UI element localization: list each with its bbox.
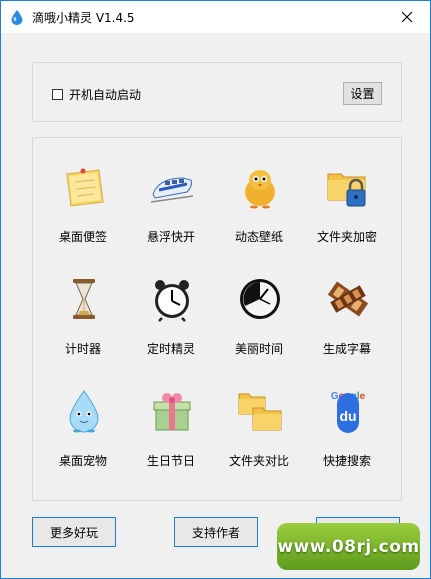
tool-label: 文件夹对比 xyxy=(228,454,289,468)
watermark-badge: www.08rj.com xyxy=(277,523,420,570)
chick-icon xyxy=(245,170,275,209)
title-bar: 滴哦小精灵 V1.4.5 xyxy=(1,1,430,33)
gift-box-icon xyxy=(153,393,191,431)
tool-folder-compare[interactable]: 文件夹对比 xyxy=(215,370,303,470)
tool-birthday-holiday[interactable]: 生日节日 xyxy=(127,370,215,470)
tool-dynamic-wallpaper[interactable]: 动态壁纸 xyxy=(215,146,303,246)
tool-label: 生日节日 xyxy=(146,454,195,468)
sticky-note-icon xyxy=(66,168,104,207)
tool-subtitles[interactable]: 生成字幕 xyxy=(303,258,391,358)
tool-label: 动态壁纸 xyxy=(234,230,283,244)
tool-label: 悬浮快开 xyxy=(146,230,195,244)
alarm-clock-icon xyxy=(155,280,189,322)
svg-text:du: du xyxy=(339,408,356,424)
tool-label: 文件夹加密 xyxy=(316,230,377,244)
support-author-button[interactable]: 支持作者 xyxy=(174,517,258,547)
tool-timer[interactable]: 计时器 xyxy=(39,258,127,358)
tool-label: 快捷搜索 xyxy=(322,454,371,468)
tool-sticky-note[interactable]: 桌面便签 xyxy=(39,146,127,246)
tool-beautiful-time[interactable]: 美丽时间 xyxy=(215,258,303,358)
clock-face-icon xyxy=(240,279,280,319)
folder-lock-icon xyxy=(327,173,366,207)
checkbox-box[interactable] xyxy=(52,89,63,100)
window-title: 滴哦小精灵 V1.4.5 xyxy=(32,11,135,25)
autostart-checkbox[interactable]: 开机自动启动 xyxy=(52,86,141,103)
tool-folder-encrypt[interactable]: 文件夹加密 xyxy=(303,146,391,246)
google-baidu-icon: Google du xyxy=(331,391,366,433)
app-window: 滴哦小精灵 V1.4.5 开机自动启动 设置 桌面便签 悬浮快开 动态壁纸 文件… xyxy=(0,0,431,579)
settings-panel: 开机自动启动 设置 xyxy=(32,62,402,122)
tool-label: 桌面便签 xyxy=(58,230,107,244)
close-button[interactable] xyxy=(384,1,430,33)
folders-compare-icon xyxy=(238,393,282,431)
hourglass-icon xyxy=(73,279,95,319)
tool-quick-search[interactable]: Google du 快捷搜索 xyxy=(303,370,391,470)
tool-label: 定时精灵 xyxy=(146,342,195,356)
tool-float-launch[interactable]: 悬浮快开 xyxy=(127,146,215,246)
more-fun-button[interactable]: 更多好玩 xyxy=(32,517,116,547)
tool-desktop-pet[interactable]: 桌面宠物 xyxy=(39,370,127,470)
tool-label: 桌面宠物 xyxy=(58,454,107,468)
tool-scheduler[interactable]: 定时精灵 xyxy=(127,258,215,358)
tool-label: 生成字幕 xyxy=(322,342,371,356)
bullet-train-icon xyxy=(150,177,194,203)
autostart-label: 开机自动启动 xyxy=(69,88,142,102)
tool-label: 计时器 xyxy=(64,342,101,356)
tool-label: 美丽时间 xyxy=(234,342,283,356)
tools-panel: 桌面便签 悬浮快开 动态壁纸 文件夹加密 计时器 定时精灵 美丽时间 生成字幕 … xyxy=(32,137,402,501)
close-icon xyxy=(401,11,413,23)
water-drop-icon xyxy=(10,9,24,25)
water-drop-pet-icon xyxy=(69,390,99,433)
film-strip-icon xyxy=(327,281,369,317)
settings-button[interactable]: 设置 xyxy=(343,82,382,105)
